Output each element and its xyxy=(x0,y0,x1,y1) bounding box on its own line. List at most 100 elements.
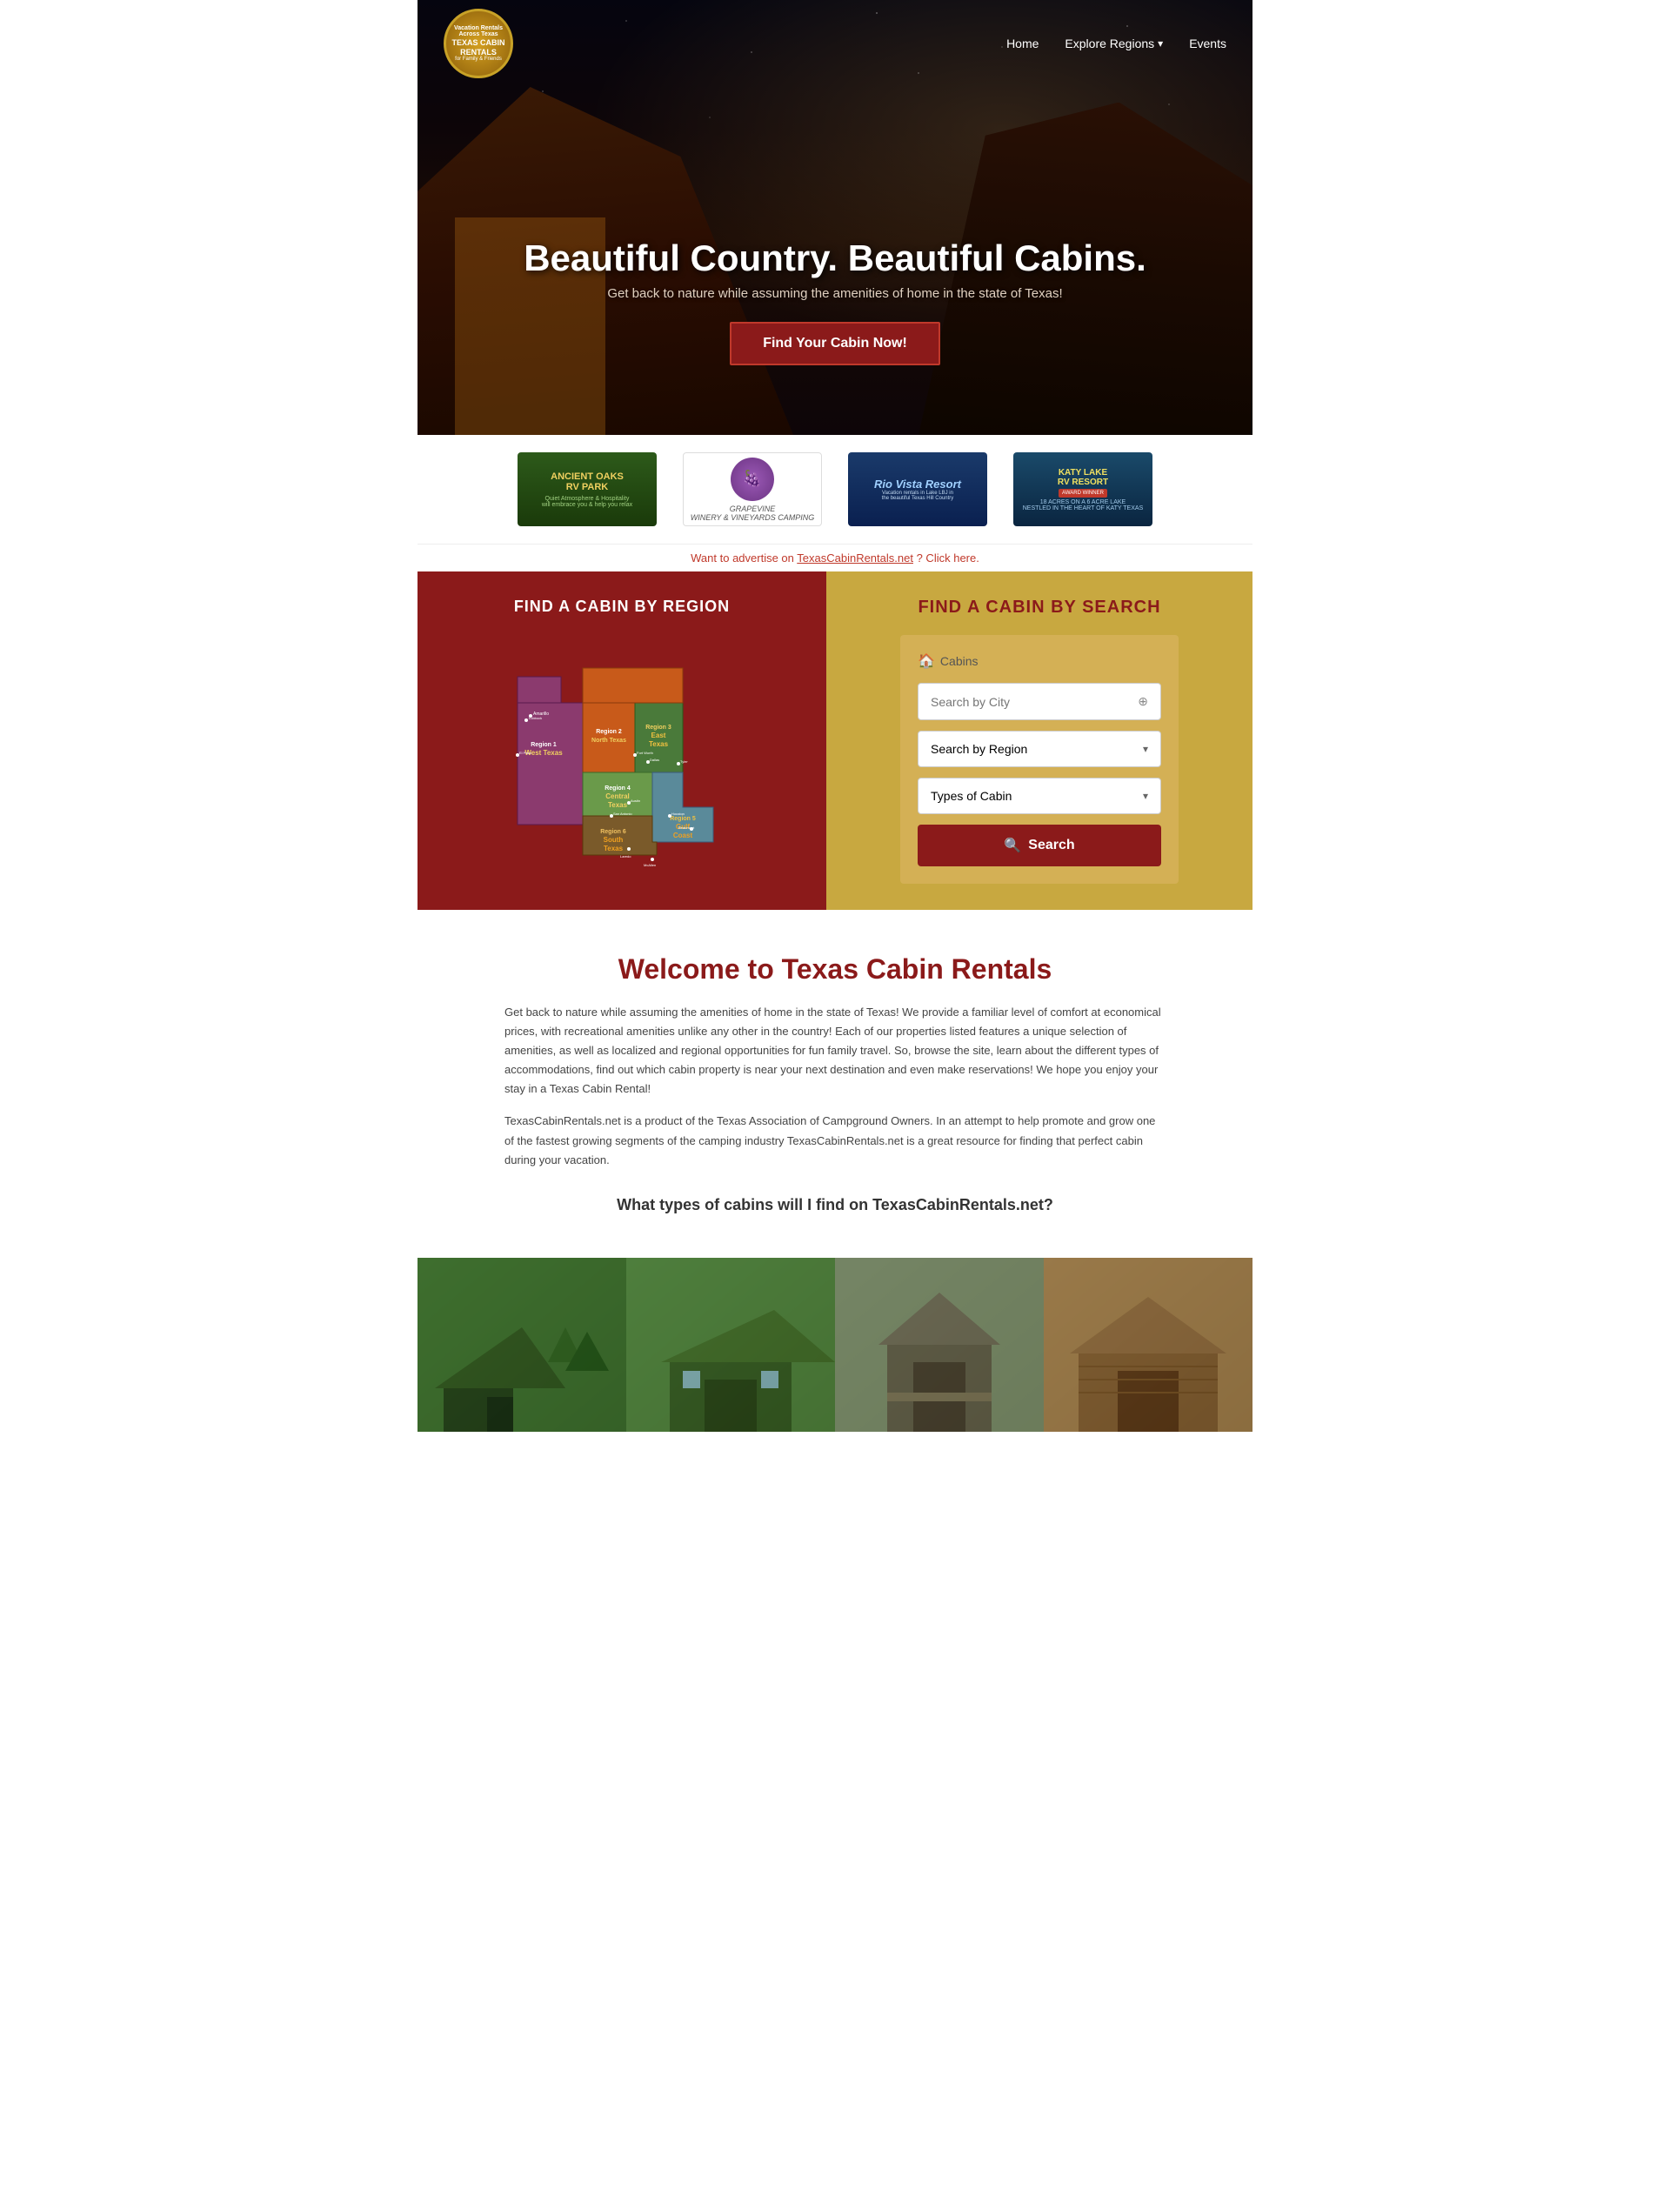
location-icon: ⊕ xyxy=(1138,694,1148,709)
hero-content: Beautiful Country. Beautiful Cabins. Get… xyxy=(524,237,1146,365)
svg-text:Texas: Texas xyxy=(608,801,628,809)
katy-badge: AWARD WINNER xyxy=(1059,489,1107,498)
find-search-title: FIND A CABIN BY SEARCH xyxy=(918,598,1160,618)
cabin-photo-2-inner xyxy=(626,1258,835,1432)
svg-text:Region 3: Region 3 xyxy=(645,725,671,731)
search-icon: 🔍 xyxy=(1004,837,1021,854)
svg-text:Austin: Austin xyxy=(631,799,640,803)
logo-bottom-text: for Family & Friends xyxy=(455,57,502,62)
welcome-paragraph-1: Get back to nature while assuming the am… xyxy=(504,1003,1166,1099)
sponsor-ancient-oaks[interactable]: ANCIENT OAKS RV PARK Quiet Atmosphere & … xyxy=(518,452,657,526)
cabin-svg-3 xyxy=(835,1258,1044,1432)
cabin-photo-4[interactable] xyxy=(1044,1258,1252,1432)
svg-text:Texas: Texas xyxy=(604,845,624,852)
cabin-svg-2 xyxy=(626,1258,835,1432)
texas-map-svg: Region 1 West Texas Region 2 North Texas… xyxy=(500,633,744,877)
search-button-label: Search xyxy=(1028,838,1074,853)
cabin-photo-1[interactable] xyxy=(418,1258,626,1432)
welcome-section: Welcome to Texas Cabin Rentals Get back … xyxy=(418,910,1252,1258)
svg-text:Beaumont: Beaumont xyxy=(678,825,695,830)
site-logo[interactable]: Vacation Rentals Across Texas TEXAS CABI… xyxy=(444,9,513,78)
rio-title: Rio Vista Resort xyxy=(874,478,961,491)
panhandle-path[interactable] xyxy=(518,677,561,703)
svg-text:Region 1: Region 1 xyxy=(531,742,557,748)
cabin-svg-1 xyxy=(418,1258,626,1432)
cabin-photo-1-inner xyxy=(418,1258,626,1432)
cabin-type-dropdown-arrow: ▾ xyxy=(1143,790,1148,802)
nav-events[interactable]: Events xyxy=(1189,37,1226,50)
sponsor-ancient-subtitle: RV PARK xyxy=(566,482,609,492)
advertise-bar: Want to advertise on TexasCabinRentals.n… xyxy=(418,545,1252,571)
svg-text:Region 2: Region 2 xyxy=(596,729,622,735)
cabin-photos-row xyxy=(418,1258,1252,1432)
grapevine-logo: 🍇 xyxy=(731,458,774,501)
svg-text:Region 4: Region 4 xyxy=(605,785,631,792)
svg-text:Texas: Texas xyxy=(649,740,669,748)
hero-cta-button[interactable]: Find Your Cabin Now! xyxy=(730,322,940,365)
svg-text:San Antonio: San Antonio xyxy=(613,812,632,816)
sponsor-strip: ANCIENT OAKS RV PARK Quiet Atmosphere & … xyxy=(418,435,1252,545)
hero-subtitle: Get back to nature while assuming the am… xyxy=(524,286,1146,301)
find-region-title: FIND A CABIN BY REGION xyxy=(514,598,730,616)
nav-links: Home Explore Regions Events xyxy=(1006,37,1226,50)
navbar: Vacation Rentals Across Texas TEXAS CABI… xyxy=(418,0,1252,87)
svg-text:Coast: Coast xyxy=(673,832,693,839)
svg-text:North Texas: North Texas xyxy=(591,738,626,744)
cabin-types-question: What types of cabins will I find on Texa… xyxy=(504,1196,1166,1214)
advertise-suffix: ? Click here. xyxy=(917,551,979,565)
svg-text:Region 5: Region 5 xyxy=(670,816,696,822)
advertise-text: Want to advertise on xyxy=(691,551,797,565)
svg-text:Tyler: Tyler xyxy=(680,759,688,764)
cabin-photo-3-inner xyxy=(835,1258,1044,1432)
region-dropdown-arrow: ▾ xyxy=(1143,743,1148,755)
logo-main-text: TEXAS CABIN RENTALS xyxy=(446,38,511,57)
advertise-link[interactable]: TexasCabinRentals.net xyxy=(797,551,913,565)
welcome-title: Welcome to Texas Cabin Rentals xyxy=(504,953,1166,986)
svg-text:McAllen: McAllen xyxy=(644,863,656,867)
search-city-field[interactable]: ⊕ xyxy=(918,683,1161,720)
cabin-photo-4-inner xyxy=(1044,1258,1252,1432)
svg-text:El Paso: El Paso xyxy=(519,751,532,755)
svg-text:Fort Worth: Fort Worth xyxy=(637,751,653,755)
nav-explore[interactable]: Explore Regions xyxy=(1065,37,1163,50)
cabin-photo-2[interactable] xyxy=(626,1258,835,1432)
search-button[interactable]: 🔍 Search xyxy=(918,825,1161,866)
sponsor-grapevine[interactable]: 🍇 GRAPEVINEWINERY & VINEYARDS CAMPING xyxy=(683,452,822,526)
search-city-input[interactable] xyxy=(931,695,1138,709)
top-panhandle[interactable] xyxy=(583,668,683,703)
rio-desc: Vacation rentals in Lake LBJ inthe beaut… xyxy=(882,491,954,501)
search-region-dropdown[interactable]: Search by Region ▾ xyxy=(918,731,1161,767)
cabin-svg-4 xyxy=(1044,1258,1252,1432)
svg-text:East: East xyxy=(651,732,666,739)
katy-title: KATY LAKERV RESORT xyxy=(1058,468,1108,487)
find-by-region: FIND A CABIN BY REGION xyxy=(418,571,826,910)
sponsor-katy-lake[interactable]: KATY LAKERV RESORT AWARD WINNER 18 ACRES… xyxy=(1013,452,1152,526)
svg-text:Houston: Houston xyxy=(671,812,685,816)
svg-text:Dallas: Dallas xyxy=(650,758,659,762)
nav-home[interactable]: Home xyxy=(1006,37,1039,50)
texas-map[interactable]: Region 1 West Texas Region 2 North Texas… xyxy=(500,633,744,877)
find-by-search: FIND A CABIN BY SEARCH 🏠 Cabins ⊕ Search… xyxy=(826,571,1252,910)
svg-text:South: South xyxy=(604,836,624,844)
search-region-label: Search by Region xyxy=(931,742,1027,756)
svg-text:Laredo: Laredo xyxy=(620,854,631,859)
cabin-type-label: Types of Cabin xyxy=(931,789,1012,803)
search-cabin-type-dropdown[interactable]: Types of Cabin ▾ xyxy=(918,778,1161,814)
svg-text:Region 6: Region 6 xyxy=(600,829,626,835)
grapevine-text: GRAPEVINEWINERY & VINEYARDS CAMPING xyxy=(691,505,815,522)
logo-text-top: Vacation Rentals Across Texas xyxy=(446,25,511,38)
hero-title: Beautiful Country. Beautiful Cabins. xyxy=(524,237,1146,279)
svg-text:Central: Central xyxy=(605,792,630,800)
cabins-label-row: 🏠 Cabins xyxy=(918,652,1161,670)
katy-desc: 18 ACRES ON A 6 ACRE LAKENESTLED IN THE … xyxy=(1023,499,1143,511)
svg-text:Lubbock: Lubbock xyxy=(529,716,542,720)
welcome-paragraph-2: TexasCabinRentals.net is a product of th… xyxy=(504,1112,1166,1169)
sponsor-rio-vista[interactable]: Rio Vista Resort Vacation rentals in Lak… xyxy=(848,452,987,526)
cabin-icon: 🏠 xyxy=(918,652,935,670)
sponsor-ancient-title: ANCIENT OAKS xyxy=(551,471,624,482)
sponsor-ancient-desc: Quiet Atmosphere & Hospitalitywill embra… xyxy=(542,496,632,508)
cabins-label-text: Cabins xyxy=(940,654,979,668)
find-cabin-section: FIND A CABIN BY REGION xyxy=(418,571,1252,910)
cabin-photo-3[interactable] xyxy=(835,1258,1044,1432)
search-form-box: 🏠 Cabins ⊕ Search by Region ▾ Types of C… xyxy=(900,635,1179,884)
